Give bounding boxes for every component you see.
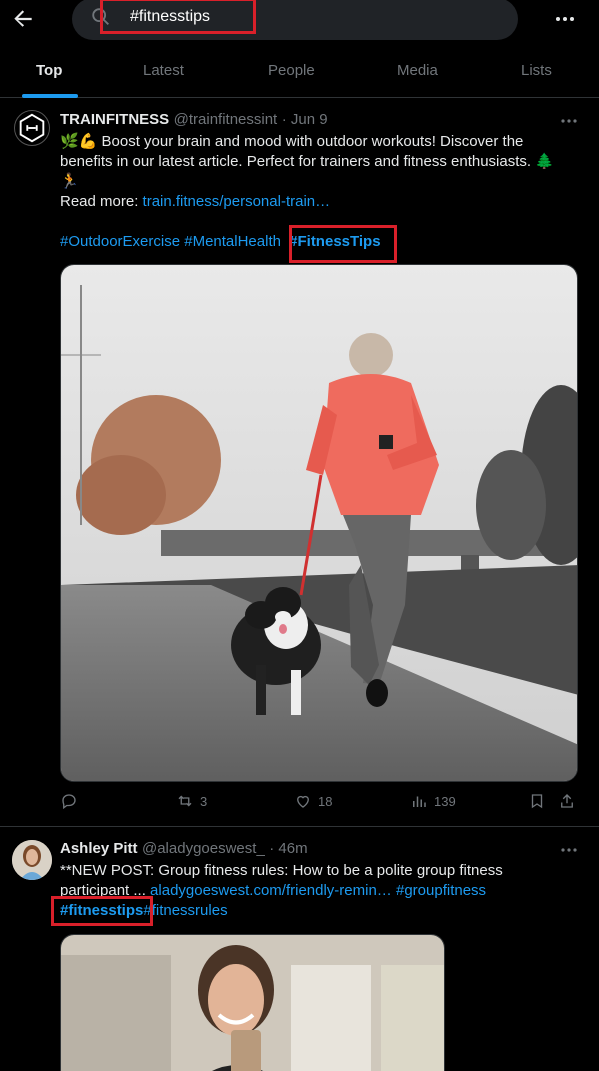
reply-button[interactable] xyxy=(60,792,84,810)
search-tabs: Top Latest People Media Lists xyxy=(0,50,599,98)
post-line: 🌿💪 Boost your brain and mood with outdoo… xyxy=(60,133,524,150)
post-link[interactable]: aladygoeswest.com/friendly-remin… xyxy=(150,882,392,899)
hashtag-link[interactable]: #OutdoorExercise xyxy=(60,233,180,250)
author-handle[interactable]: @aladygoeswest_ xyxy=(142,840,265,857)
post-header: Ashley Pitt @aladygoeswest_ · 46m xyxy=(60,840,308,858)
active-tab-indicator xyxy=(22,94,78,98)
hashtag-link[interactable]: #MentalHealth xyxy=(184,233,281,250)
back-arrow-icon[interactable] xyxy=(10,6,36,32)
view-count: 139 xyxy=(434,793,456,809)
avatar[interactable] xyxy=(12,840,52,880)
post-line: Read more: train.fitness/personal-train… xyxy=(60,192,590,212)
share-icon xyxy=(561,794,573,808)
post-more-icon[interactable] xyxy=(560,114,580,128)
tab-media[interactable]: Media xyxy=(397,62,438,79)
tab-people[interactable]: People xyxy=(268,62,315,79)
hashtag-link[interactable]: #fitnessrules xyxy=(143,902,227,919)
post-time[interactable]: · Jun 9 xyxy=(282,111,328,128)
author-handle[interactable]: @trainfitnessint xyxy=(174,111,278,128)
tab-lists[interactable]: Lists xyxy=(521,62,552,79)
hashtag-link[interactable]: #groupfitness xyxy=(396,882,486,899)
post-line: **NEW POST: Group fitness rules: How to … xyxy=(60,862,503,879)
top-bar: #fitnesstips xyxy=(0,0,599,40)
post-line: benefits in our latest article. Perfect … xyxy=(60,153,554,170)
post-time[interactable]: · 46m xyxy=(269,840,307,857)
bookmark-button[interactable] xyxy=(528,792,546,810)
avatar[interactable] xyxy=(14,110,50,146)
post-divider xyxy=(0,826,599,827)
hashtag-highlight-box xyxy=(51,896,153,926)
post-image[interactable] xyxy=(60,264,578,782)
post-line: 🏃 xyxy=(60,173,79,190)
read-more-label: Read more: xyxy=(60,193,139,210)
repost-icon xyxy=(178,795,192,807)
post-link[interactable]: train.fitness/personal-train… xyxy=(143,193,331,210)
tab-top[interactable]: Top xyxy=(36,62,62,79)
like-count: 18 xyxy=(318,793,333,809)
tab-latest[interactable]: Latest xyxy=(143,62,184,79)
post-action-bar: 3 18 139 xyxy=(0,792,599,816)
reply-icon xyxy=(62,794,76,810)
post-image[interactable] xyxy=(60,934,445,1071)
share-button[interactable] xyxy=(558,792,576,810)
hashtag-highlight-box xyxy=(289,225,397,263)
heart-icon xyxy=(297,795,309,808)
post-more-icon[interactable] xyxy=(560,843,580,857)
author-name[interactable]: Ashley Pitt xyxy=(60,840,138,857)
repost-button[interactable]: 3 xyxy=(176,792,207,810)
repost-count: 3 xyxy=(200,793,208,809)
author-name[interactable]: TRAINFITNESS xyxy=(60,111,169,128)
bookmark-icon xyxy=(531,794,543,809)
more-options-icon[interactable] xyxy=(552,6,578,32)
post-header: TRAINFITNESS @trainfitnessint · Jun 9 xyxy=(60,111,328,129)
views-icon xyxy=(413,796,426,807)
views-button[interactable]: 139 xyxy=(410,792,456,810)
like-button[interactable]: 18 xyxy=(294,792,332,810)
search-highlight-box xyxy=(100,0,256,34)
